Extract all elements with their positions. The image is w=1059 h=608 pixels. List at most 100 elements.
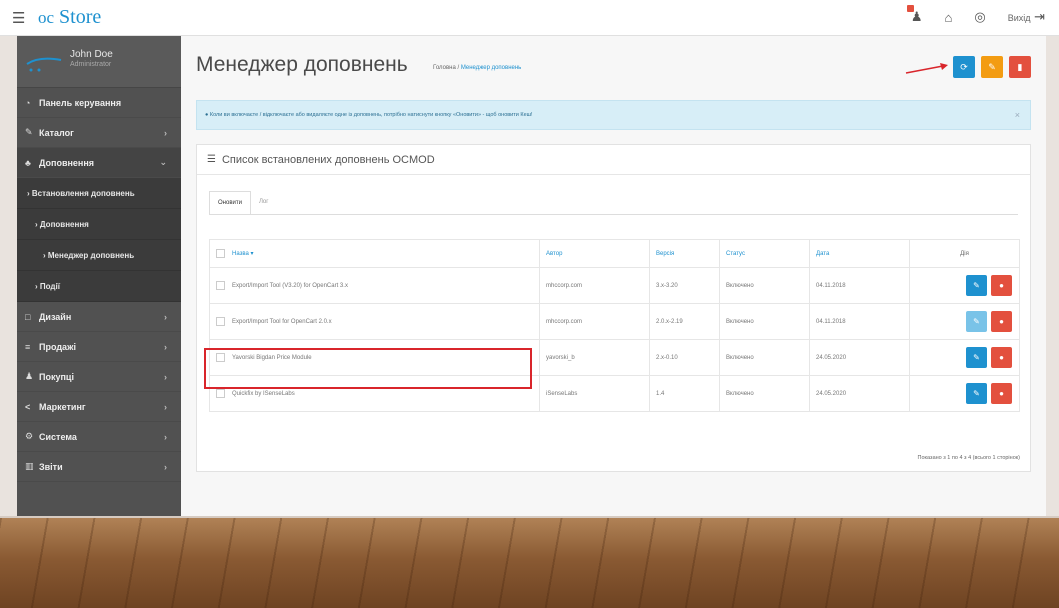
nav-design[interactable]: □ Дизайн › <box>17 302 181 332</box>
chevron-right-icon: › <box>164 461 167 472</box>
row-status: Включено <box>719 267 810 304</box>
breadcrumb: Головна / Менеджер доповнень <box>433 65 521 71</box>
tabs-divider <box>209 214 1018 215</box>
avatar <box>25 50 63 74</box>
nav-extensions-list[interactable]: › Доповнення <box>17 209 181 240</box>
close-icon[interactable]: × <box>1015 110 1020 120</box>
delete-button[interactable]: ▮ <box>1009 56 1031 78</box>
clear-button[interactable]: ✎ <box>981 56 1003 78</box>
tag-icon: ✎ <box>25 127 33 137</box>
chevron-right-icon: › <box>164 401 167 412</box>
trash-icon: ▮ <box>1017 61 1023 72</box>
nav-reports[interactable]: ▥ Звіти › <box>17 452 181 482</box>
gear-icon: ⚙ <box>25 431 34 441</box>
pencil-icon: ✎ <box>973 389 980 398</box>
row-name: Export/Import Tool for OpenCart 2.0.x <box>209 303 540 340</box>
edit-button[interactable]: ✎ <box>966 275 987 296</box>
help-icon[interactable]: ◎ <box>974 9 985 25</box>
row-checkbox[interactable] <box>216 281 225 290</box>
breadcrumb-home[interactable]: Головна <box>433 65 456 71</box>
row-date: 04.11.2018 <box>809 303 910 340</box>
refresh-button[interactable]: ⟳ <box>953 56 975 78</box>
chevron-right-icon: › <box>164 371 167 382</box>
modifications-panel: ☰ Список встановлених доповнень OCMOD Он… <box>196 144 1031 472</box>
nav-extension-installer[interactable]: › Встановлення доповнень <box>17 178 181 209</box>
minus-circle-icon: ● <box>999 281 1004 290</box>
chevron-down-icon: ⌄ <box>159 157 167 167</box>
minus-circle-icon: ● <box>999 317 1004 326</box>
table-row: Export/Import Tool (V3.20) for OpenCart … <box>209 267 1020 304</box>
top-header: ☰ oc Store ♟ ⌂ ◎ Вихід ⇥ <box>0 0 1059 36</box>
tab-log[interactable]: Лог <box>251 191 276 215</box>
remove-button[interactable]: ● <box>991 383 1012 404</box>
edit-button[interactable]: ✎ <box>966 347 987 368</box>
column-actions: Дія <box>909 239 1020 268</box>
panel-heading: ☰ Список встановлених доповнень OCMOD <box>197 145 1030 175</box>
nav-catalog[interactable]: ✎ Каталог › <box>17 118 181 148</box>
list-icon: ☰ <box>207 154 216 165</box>
extensions-submenu: › Встановлення доповнень › Доповнення › … <box>17 178 181 302</box>
logo[interactable]: oc Store <box>38 6 101 29</box>
column-status[interactable]: Статус <box>719 239 810 268</box>
row-checkbox[interactable] <box>216 317 225 326</box>
remove-button[interactable]: ● <box>991 347 1012 368</box>
user-profile[interactable]: John Doe Administrator <box>17 36 181 88</box>
notification-badge <box>906 5 914 12</box>
dashboard-icon: ◔ <box>25 97 31 108</box>
row-date: 24.05.2020 <box>809 375 910 412</box>
nav-customers[interactable]: ♟ Покупці › <box>17 362 181 392</box>
breadcrumb-current[interactable]: Менеджер доповнень <box>461 65 521 71</box>
nav-modifications[interactable]: › Менеджер доповнень <box>17 240 181 271</box>
column-name[interactable]: Назва ▾ <box>209 239 540 268</box>
chevron-right-icon: › <box>164 431 167 442</box>
sidebar: John Doe Administrator ◔ Панель керуванн… <box>17 36 181 516</box>
row-version: 3.x-3.20 <box>649 267 720 304</box>
refresh-icon: ⟳ <box>960 61 968 72</box>
user-icon: ♟ <box>25 371 34 381</box>
tabs: Оновити Лог <box>209 191 276 215</box>
logout-link[interactable]: Вихід ⇥ <box>1008 9 1045 25</box>
annotation-arrow-icon <box>905 63 948 74</box>
puzzle-icon: ♣ <box>25 157 31 168</box>
notifications-icon[interactable]: ♟ <box>906 5 922 25</box>
column-author[interactable]: Автор <box>539 239 650 268</box>
eraser-icon: ✎ <box>988 61 996 72</box>
menu-toggle-icon[interactable]: ☰ <box>12 9 25 27</box>
nav-extensions[interactable]: ♣ Доповнення ⌄ <box>17 148 181 178</box>
row-date: 04.11.2018 <box>809 267 910 304</box>
nav-sales[interactable]: ≡ Продажі › <box>17 332 181 362</box>
table-row: Export/Import Tool for OpenCart 2.0.x mh… <box>209 303 1020 340</box>
minus-circle-icon: ● <box>999 389 1004 398</box>
chevron-right-icon: › <box>164 127 167 138</box>
edit-button[interactable]: ✎ <box>966 311 987 332</box>
logout-icon: ⇥ <box>1034 9 1045 24</box>
select-all-checkbox[interactable] <box>216 249 225 258</box>
nav-marketing[interactable]: < Маркетинг › <box>17 392 181 422</box>
row-author: yavorski_b <box>539 339 650 376</box>
row-checkbox[interactable] <box>216 389 225 398</box>
row-status: Включено <box>719 339 810 376</box>
row-version: 2.x-0.10 <box>649 339 720 376</box>
remove-button[interactable]: ● <box>991 275 1012 296</box>
page-title: Менеджер доповнень <box>196 53 408 76</box>
row-author: mhccorp.com <box>539 303 650 340</box>
monitor-icon: □ <box>25 311 31 322</box>
column-version[interactable]: Версія <box>649 239 720 268</box>
chevron-right-icon: › <box>164 341 167 352</box>
edit-button[interactable]: ✎ <box>966 383 987 404</box>
table-header-row: Назва ▾ Автор Версія Статус Дата Дія <box>209 239 1020 268</box>
nav-events[interactable]: › Події <box>17 271 181 302</box>
home-icon[interactable]: ⌂ <box>944 10 952 25</box>
column-date[interactable]: Дата <box>809 239 910 268</box>
row-status: Включено <box>719 375 810 412</box>
user-role: Administrator <box>70 61 112 68</box>
row-status: Включено <box>719 303 810 340</box>
remove-button[interactable]: ● <box>991 311 1012 332</box>
row-author: mhccorp.com <box>539 267 650 304</box>
nav-dashboard[interactable]: ◔ Панель керування <box>17 88 181 118</box>
user-name: John Doe <box>70 49 113 60</box>
nav-system[interactable]: ⚙ Система › <box>17 422 181 452</box>
minus-circle-icon: ● <box>999 353 1004 362</box>
tab-refresh[interactable]: Оновити <box>209 191 251 215</box>
header-actions: ♟ ⌂ ◎ Вихід ⇥ <box>906 5 1045 25</box>
